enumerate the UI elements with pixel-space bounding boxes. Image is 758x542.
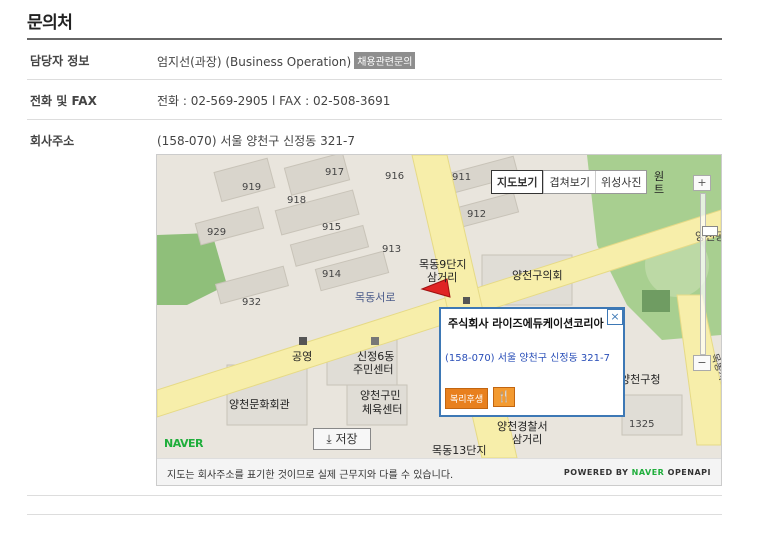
recruit-inquiry-badge[interactable]: 채용관련문의 — [354, 52, 416, 69]
map-label-916: 916 — [385, 171, 404, 182]
map-label-stationb: 삼거리 — [512, 433, 542, 446]
powered-brand: NAVER — [631, 468, 665, 477]
map-container[interactable]: 917 916 919 918 929 915 913 914 932 911 … — [156, 154, 722, 486]
map-label-ward: 양천구청 — [620, 372, 660, 386]
map-type-satellite[interactable]: 위성사진 — [594, 171, 646, 193]
map-label-center: 신정6동 — [357, 350, 394, 363]
map-label-junction: 목동13단지 — [432, 444, 486, 457]
map-footer-note: 지도는 회사주소를 표기한 것이므로 실제 근무지와 다를 수 있습니다. — [167, 470, 454, 481]
naver-logo: NAVER — [164, 437, 203, 450]
phone-label: 전화 및 FAX — [30, 94, 97, 108]
map-label-station: 양천경찰서 — [497, 419, 548, 433]
info-company-name: 주식회사 라이즈에듀케이션코리아 — [448, 317, 604, 330]
map-footer: 지도는 회사주소를 표기한 것이므로 실제 근무지와 다를 수 있습니다. PO… — [157, 458, 721, 485]
map-label-932: 932 — [242, 297, 261, 308]
map-type-hybrid[interactable]: 겹쳐보기 — [543, 171, 594, 193]
map-label-918: 918 — [287, 195, 306, 206]
zoom-slider-thumb[interactable] — [702, 226, 718, 236]
info-close-button[interactable]: × — [607, 309, 623, 325]
building-icon — [371, 337, 379, 345]
map-label-1325: 1325 — [629, 419, 654, 430]
map-info-window: 주식회사 라이즈에듀케이션코리아 × (158-070) 서울 양천구 신정동 … — [439, 307, 625, 417]
info-address-link[interactable]: (158-070) 서울 양천구 신정동 321-7 — [445, 349, 610, 364]
contact-label: 담당자 정보 — [30, 54, 90, 68]
zoom-slider[interactable] — [700, 193, 718, 355]
powered-by-text: POWERED BY — [563, 468, 629, 477]
map-label-road: 목동서로 — [355, 291, 395, 304]
download-icon: ⤓ — [326, 432, 332, 446]
map-label-top: 원 — [654, 170, 664, 183]
map-label-police: 공영 — [292, 350, 312, 363]
zoom-out-button[interactable]: − — [693, 355, 711, 371]
fork-knife-icon[interactable]: 🍴 — [493, 387, 515, 407]
powered-by: POWERED BY NAVER OPENAPI — [564, 468, 711, 477]
address-value: (158-070) 서울 양천구 신정동 321-7 — [157, 134, 355, 148]
save-label: 저장 — [335, 432, 358, 446]
map-label-919: 919 — [242, 182, 261, 193]
bank-icon — [463, 297, 470, 304]
benefits-tag[interactable]: 복리후생 — [445, 388, 489, 409]
map-label-913: 913 — [382, 244, 401, 255]
map-label-929: 929 — [207, 227, 226, 238]
phone-value: 전화 : 02-569-2905 l FAX : 02-508-3691 — [157, 94, 391, 108]
map-label-912: 912 — [467, 209, 486, 220]
zoom-control: + − — [693, 175, 718, 371]
map-type-selector: 지도보기 겹쳐보기 위성사진 — [491, 170, 648, 194]
save-button[interactable]: ⤓ 저장 — [313, 428, 371, 450]
phone-row: 전화 및 FAX 전화 : 02-569-2905 l FAX : 02-508… — [27, 80, 722, 120]
map-label-hall: 양천문화회관 — [229, 397, 290, 411]
contact-name: 엄지선(과장) (Business Operation) — [157, 55, 352, 69]
parking-icon — [299, 337, 307, 345]
map-type-map[interactable]: 지도보기 — [491, 170, 544, 194]
map-label-centerb: 주민센터 — [353, 363, 393, 376]
section-bottom-divider — [27, 514, 722, 515]
map-label-council: 양천구의회 — [512, 268, 563, 282]
map-label-917: 917 — [325, 167, 344, 178]
map-label-gym: 양천구민 — [360, 388, 400, 402]
zoom-in-button[interactable]: + — [693, 175, 711, 191]
powered-api: OPENAPI — [667, 468, 711, 477]
contact-value: 엄지선(과장) (Business Operation) 채용관련문의 — [157, 52, 416, 70]
map-label-915: 915 — [322, 222, 341, 233]
map-label-apt9: 목동9단지 — [419, 258, 466, 271]
section-title: 문의처 — [27, 13, 73, 33]
map-label-gymb: 체육센터 — [362, 403, 402, 416]
address-label: 회사주소 — [30, 134, 75, 148]
map-label-top2: 트 — [654, 183, 664, 196]
map-label-apt9b: 삼거리 — [427, 271, 457, 284]
map-label-911: 911 — [452, 172, 471, 183]
map-label-914: 914 — [322, 269, 341, 280]
contact-row: 담당자 정보 엄지선(과장) (Business Operation) 채용관련문… — [27, 40, 722, 80]
